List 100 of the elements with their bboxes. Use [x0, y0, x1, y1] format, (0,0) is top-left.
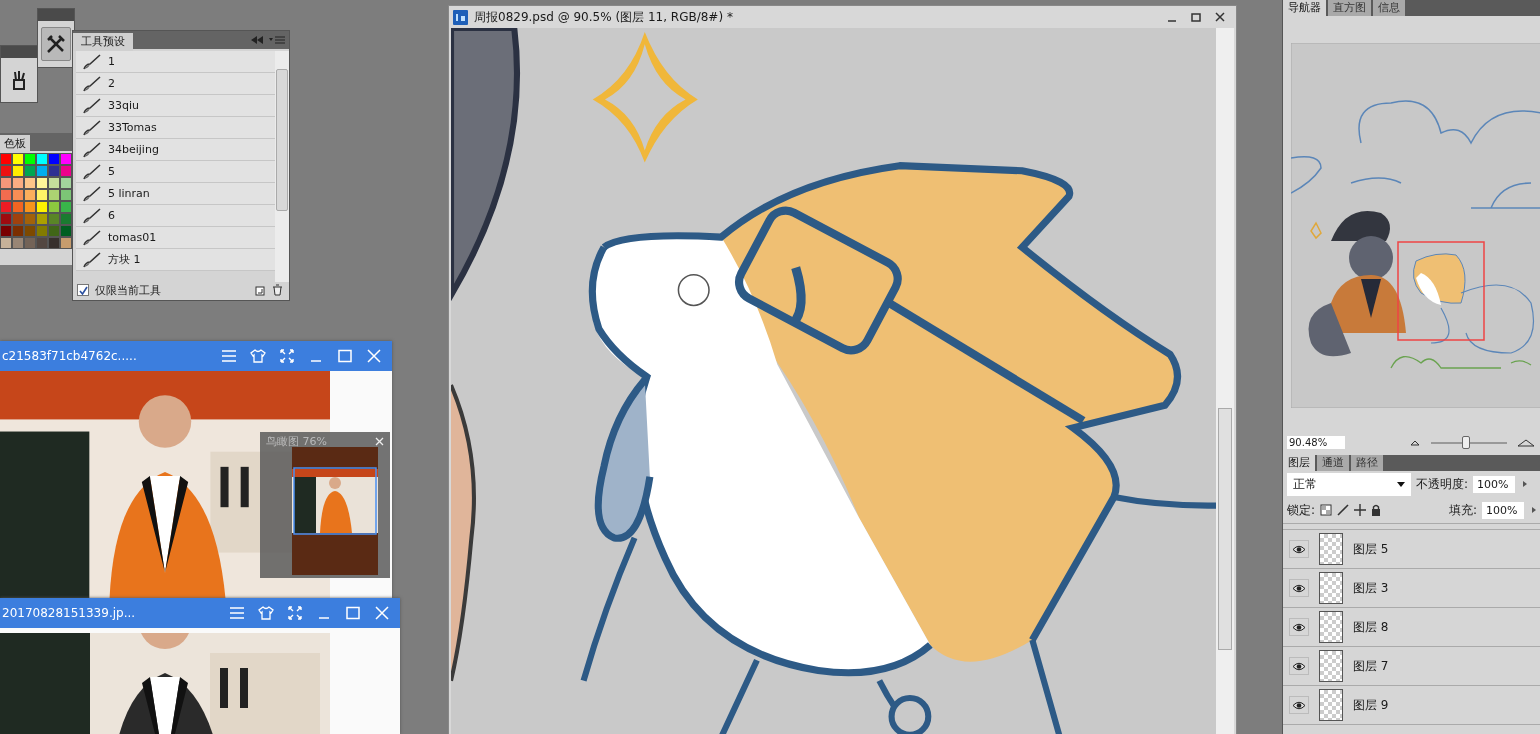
color-swatch[interactable] [36, 213, 48, 225]
canvas[interactable] [451, 28, 1216, 734]
color-swatch[interactable] [36, 153, 48, 165]
color-swatch[interactable] [36, 237, 48, 249]
maximize-icon[interactable] [1190, 11, 1202, 23]
zoom-in-icon[interactable] [1517, 438, 1535, 447]
color-swatch[interactable] [48, 189, 60, 201]
panel-tab[interactable]: 信息 [1373, 0, 1405, 16]
zoom-field[interactable]: 90.48% [1287, 436, 1345, 449]
color-swatch[interactable] [24, 213, 36, 225]
collapse-icon[interactable] [251, 36, 263, 44]
color-swatch[interactable] [12, 165, 24, 177]
preset-item[interactable]: 34beijing [76, 139, 275, 161]
color-swatch[interactable] [12, 189, 24, 201]
layer-row[interactable]: 图层 3 [1283, 569, 1540, 608]
color-swatch[interactable] [0, 165, 12, 177]
color-swatch[interactable] [12, 177, 24, 189]
preset-item[interactable]: 5 linran [76, 183, 275, 205]
color-swatch[interactable] [24, 165, 36, 177]
color-swatch[interactable] [24, 225, 36, 237]
preset-item[interactable]: tomas01 [76, 227, 275, 249]
panel-tab[interactable]: 通道 [1317, 455, 1349, 471]
color-swatch[interactable] [60, 213, 72, 225]
zoom-out-icon[interactable] [1409, 439, 1421, 446]
color-swatch[interactable] [12, 153, 24, 165]
color-swatch[interactable] [0, 237, 12, 249]
color-swatch[interactable] [48, 213, 60, 225]
color-swatch[interactable] [0, 189, 12, 201]
panel-tab[interactable]: 直方图 [1328, 0, 1371, 16]
color-swatch[interactable] [24, 189, 36, 201]
brush-icon[interactable] [1337, 504, 1350, 516]
layer-row[interactable]: 图层 8 [1283, 608, 1540, 647]
swatches-tab[interactable]: 色板 [0, 135, 30, 153]
shirt-icon[interactable] [258, 606, 274, 620]
preset-item[interactable]: 5 [76, 161, 275, 183]
close-icon[interactable] [1214, 11, 1226, 23]
color-swatch[interactable] [60, 153, 72, 165]
color-swatch[interactable] [36, 225, 48, 237]
color-swatch[interactable] [36, 201, 48, 213]
visibility-toggle[interactable] [1289, 657, 1309, 675]
visibility-toggle[interactable] [1289, 618, 1309, 636]
shirt-icon[interactable] [250, 349, 266, 363]
checkbox[interactable] [77, 284, 89, 296]
layer-row[interactable]: 图层 9 [1283, 686, 1540, 725]
panel-tab[interactable]: 图层 [1283, 455, 1315, 471]
blend-mode-dropdown[interactable]: 正常 [1287, 472, 1411, 496]
menu-icon[interactable] [221, 349, 237, 363]
color-swatch[interactable] [24, 201, 36, 213]
opacity-field[interactable]: 100% [1473, 475, 1516, 493]
color-swatch[interactable] [0, 153, 12, 165]
color-swatch[interactable] [0, 225, 12, 237]
layer-row[interactable]: 图层 5 [1283, 530, 1540, 569]
color-swatch[interactable] [48, 201, 60, 213]
visibility-toggle[interactable] [1289, 540, 1309, 558]
color-swatch[interactable] [24, 237, 36, 249]
color-swatch[interactable] [48, 165, 60, 177]
color-swatch[interactable] [48, 225, 60, 237]
tool-presets-tab[interactable]: 工具预设 [73, 33, 133, 51]
color-swatch[interactable] [12, 225, 24, 237]
fullscreen-icon[interactable] [287, 606, 303, 620]
tools-button[interactable] [41, 27, 71, 61]
color-swatch[interactable] [36, 177, 48, 189]
preset-item[interactable]: 1 [76, 51, 275, 73]
color-swatch[interactable] [60, 237, 72, 249]
color-swatch[interactable] [12, 213, 24, 225]
panel-tab[interactable]: 路径 [1351, 455, 1383, 471]
color-swatch[interactable] [60, 201, 72, 213]
scrollbar[interactable] [275, 51, 289, 282]
lock-icon[interactable] [1371, 504, 1382, 516]
color-swatch[interactable] [60, 225, 72, 237]
color-swatch[interactable] [60, 165, 72, 177]
fullscreen-icon[interactable] [279, 349, 295, 363]
layer-row[interactable]: 图层 7 [1283, 647, 1540, 686]
visibility-toggle[interactable] [1289, 579, 1309, 597]
new-preset-icon[interactable] [255, 284, 266, 296]
visibility-toggle[interactable] [1289, 696, 1309, 714]
move-icon[interactable] [1354, 504, 1367, 516]
color-swatch[interactable] [60, 189, 72, 201]
color-swatch[interactable] [48, 237, 60, 249]
color-swatch[interactable] [24, 177, 36, 189]
panel-tab[interactable]: 导航器 [1283, 0, 1326, 16]
color-swatch[interactable] [0, 177, 12, 189]
panel-menu-icon[interactable] [269, 36, 285, 44]
lock-transparency-icon[interactable] [1320, 504, 1333, 516]
trash-icon[interactable] [272, 284, 283, 296]
color-swatch[interactable] [36, 165, 48, 177]
preset-item[interactable]: 方块 1 [76, 249, 275, 271]
zoom-slider[interactable] [1431, 436, 1507, 449]
color-swatch[interactable] [12, 237, 24, 249]
preset-item[interactable]: 33qiu [76, 95, 275, 117]
fill-field[interactable]: 100% [1482, 501, 1524, 519]
menu-icon[interactable] [229, 606, 245, 620]
color-swatch[interactable] [24, 153, 36, 165]
maximize-icon[interactable] [345, 606, 361, 620]
color-swatch[interactable] [60, 177, 72, 189]
scrollbar[interactable] [1216, 28, 1234, 734]
color-swatch[interactable] [0, 201, 12, 213]
maximize-icon[interactable] [337, 349, 353, 363]
color-swatch[interactable] [48, 177, 60, 189]
color-swatch[interactable] [0, 213, 12, 225]
